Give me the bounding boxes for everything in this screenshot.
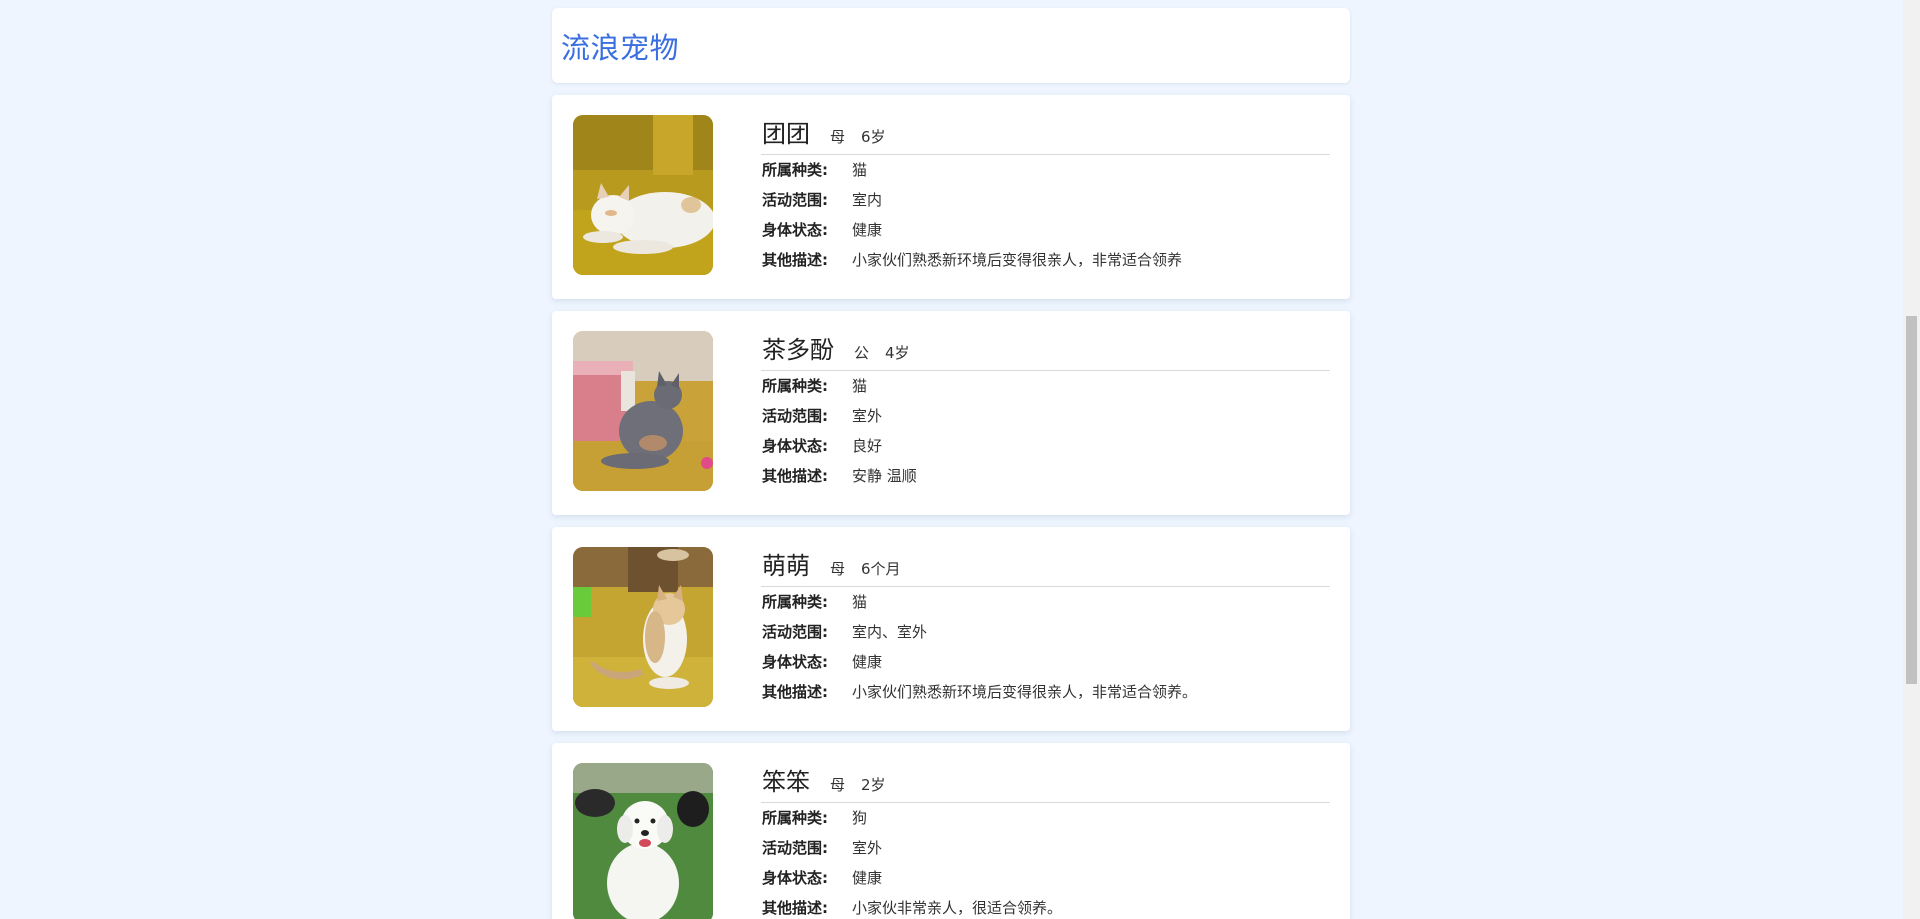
pet-sex: 公 bbox=[854, 344, 870, 362]
detail-label: 其他描述: bbox=[762, 683, 828, 701]
cat-photo-tabby-white-icon bbox=[573, 547, 713, 707]
detail-description: 其他描述: 安静 温顺 bbox=[761, 461, 1330, 491]
detail-label: 活动范围: bbox=[762, 839, 828, 857]
pet-header: 笨笨 母 2岁 bbox=[761, 763, 1330, 803]
detail-health: 身体状态: 健康 bbox=[761, 215, 1330, 245]
pet-sex: 母 bbox=[830, 776, 846, 794]
pet-header: 萌萌 母 6个月 bbox=[761, 547, 1330, 587]
detail-value: 猫 bbox=[852, 593, 868, 611]
detail-value: 健康 bbox=[852, 221, 883, 239]
detail-category: 所属种类: 猫 bbox=[761, 371, 1330, 401]
detail-description: 其他描述: 小家伙非常亲人，很适合领养。 bbox=[761, 893, 1330, 919]
detail-category: 所属种类: 猫 bbox=[761, 587, 1330, 617]
detail-value: 健康 bbox=[852, 869, 883, 887]
pet-card[interactable]: 团团 母 6岁 所属种类: 猫 活动范围: 室内 身体状态: 健康 其他描述: … bbox=[552, 95, 1350, 299]
detail-value: 室内、室外 bbox=[852, 623, 928, 641]
pet-photo[interactable] bbox=[573, 763, 713, 919]
pet-header: 茶多酚 公 4岁 bbox=[761, 331, 1330, 371]
detail-label: 活动范围: bbox=[762, 191, 828, 209]
pet-info: 团团 母 6岁 所属种类: 猫 活动范围: 室内 身体状态: 健康 其他描述: … bbox=[761, 115, 1330, 275]
detail-label: 身体状态: bbox=[762, 653, 828, 671]
page-header: 流浪宠物 bbox=[552, 8, 1350, 83]
detail-value: 安静 温顺 bbox=[852, 467, 917, 485]
pet-name[interactable]: 茶多酚 bbox=[762, 331, 834, 369]
detail-value: 健康 bbox=[852, 653, 883, 671]
detail-label: 其他描述: bbox=[762, 899, 828, 917]
detail-value: 小家伙们熟悉新环境后变得很亲人，非常适合领养。 bbox=[852, 683, 1198, 701]
pet-sex: 母 bbox=[830, 128, 846, 146]
detail-label: 其他描述: bbox=[762, 251, 828, 269]
vertical-scrollbar[interactable] bbox=[1903, 0, 1920, 919]
pet-name[interactable]: 笨笨 bbox=[762, 763, 810, 801]
detail-value: 小家伙非常亲人，很适合领养。 bbox=[852, 899, 1063, 917]
detail-range: 活动范围: 室外 bbox=[761, 833, 1330, 863]
detail-label: 所属种类: bbox=[762, 593, 828, 611]
detail-label: 所属种类: bbox=[762, 809, 828, 827]
detail-value: 室内 bbox=[852, 191, 883, 209]
pet-photo[interactable] bbox=[573, 547, 713, 707]
page-viewport: 流浪宠物 团团 母 6岁 所属种类: 猫 活动范围: 室内 身体状态: 健康 其… bbox=[0, 0, 1920, 919]
pet-card[interactable]: 茶多酚 公 4岁 所属种类: 猫 活动范围: 室外 身体状态: 良好 其他描述:… bbox=[552, 311, 1350, 515]
pet-card[interactable]: 笨笨 母 2岁 所属种类: 狗 活动范围: 室外 身体状态: 健康 其他描述: … bbox=[552, 743, 1350, 919]
detail-health: 身体状态: 健康 bbox=[761, 647, 1330, 677]
pet-info: 萌萌 母 6个月 所属种类: 猫 活动范围: 室内、室外 身体状态: 健康 其他… bbox=[761, 547, 1330, 707]
detail-category: 所属种类: 狗 bbox=[761, 803, 1330, 833]
cat-photo-white-orange-icon bbox=[573, 115, 713, 275]
detail-label: 活动范围: bbox=[762, 623, 828, 641]
detail-range: 活动范围: 室内 bbox=[761, 185, 1330, 215]
pet-header: 团团 母 6岁 bbox=[761, 115, 1330, 155]
pet-card[interactable]: 萌萌 母 6个月 所属种类: 猫 活动范围: 室内、室外 身体状态: 健康 其他… bbox=[552, 527, 1350, 731]
detail-value: 猫 bbox=[852, 377, 868, 395]
pet-age: 2岁 bbox=[861, 776, 886, 794]
detail-range: 活动范围: 室内、室外 bbox=[761, 617, 1330, 647]
detail-health: 身体状态: 健康 bbox=[761, 863, 1330, 893]
pet-info: 笨笨 母 2岁 所属种类: 狗 活动范围: 室外 身体状态: 健康 其他描述: … bbox=[761, 763, 1330, 919]
scrollbar-thumb[interactable] bbox=[1906, 316, 1917, 684]
detail-range: 活动范围: 室外 bbox=[761, 401, 1330, 431]
detail-value: 狗 bbox=[852, 809, 868, 827]
detail-value: 猫 bbox=[852, 161, 868, 179]
detail-value: 室外 bbox=[852, 407, 883, 425]
detail-label: 所属种类: bbox=[762, 161, 828, 179]
detail-value: 室外 bbox=[852, 839, 883, 857]
detail-value: 小家伙们熟悉新环境后变得很亲人，非常适合领养 bbox=[852, 251, 1183, 269]
detail-label: 活动范围: bbox=[762, 407, 828, 425]
detail-category: 所属种类: 猫 bbox=[761, 155, 1330, 185]
pet-photo[interactable] bbox=[573, 115, 713, 275]
cat-photo-gray-icon bbox=[573, 331, 713, 491]
pet-info: 茶多酚 公 4岁 所属种类: 猫 活动范围: 室外 身体状态: 良好 其他描述:… bbox=[761, 331, 1330, 491]
detail-label: 身体状态: bbox=[762, 437, 828, 455]
pet-sex: 母 bbox=[830, 560, 846, 578]
detail-label: 其他描述: bbox=[762, 467, 828, 485]
pet-name[interactable]: 团团 bbox=[762, 115, 810, 153]
pet-age: 4岁 bbox=[885, 344, 910, 362]
detail-health: 身体状态: 良好 bbox=[761, 431, 1330, 461]
detail-description: 其他描述: 小家伙们熟悉新环境后变得很亲人，非常适合领养 bbox=[761, 245, 1330, 275]
pet-photo[interactable] bbox=[573, 331, 713, 491]
detail-label: 身体状态: bbox=[762, 869, 828, 887]
pet-name[interactable]: 萌萌 bbox=[762, 547, 810, 585]
page-title: 流浪宠物 bbox=[561, 30, 680, 65]
detail-description: 其他描述: 小家伙们熟悉新环境后变得很亲人，非常适合领养。 bbox=[761, 677, 1330, 707]
pet-age: 6个月 bbox=[861, 560, 901, 578]
detail-value: 良好 bbox=[852, 437, 883, 455]
main-content: 流浪宠物 团团 母 6岁 所属种类: 猫 活动范围: 室内 身体状态: 健康 其… bbox=[552, 8, 1350, 919]
detail-label: 所属种类: bbox=[762, 377, 828, 395]
dog-photo-white-icon bbox=[573, 763, 713, 919]
pet-age: 6岁 bbox=[861, 128, 886, 146]
detail-label: 身体状态: bbox=[762, 221, 828, 239]
